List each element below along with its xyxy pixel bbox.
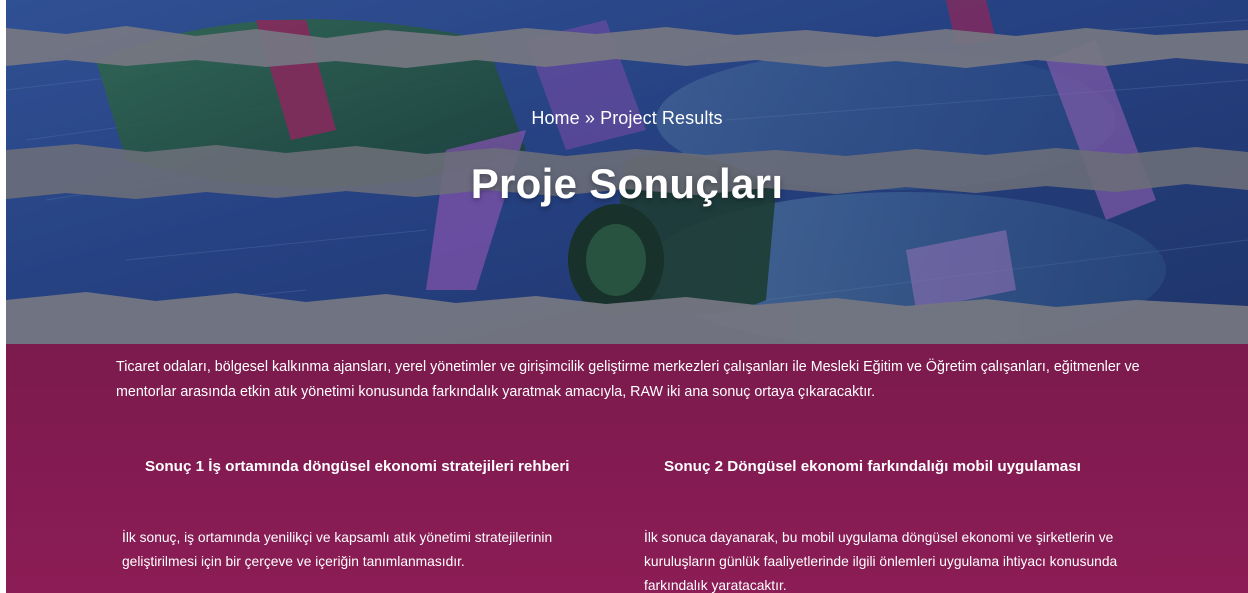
breadcrumb: Home » Project Results — [6, 108, 1248, 129]
result-2-description: İlk sonuca dayanarak, bu mobil uygulama … — [644, 530, 1118, 593]
page-title: Proje Sonuçları — [470, 160, 784, 207]
hero-banner: Home » Project Results Proje Sonuçları — [6, 0, 1248, 344]
breadcrumb-separator: » — [584, 108, 595, 128]
result-1-description: İlk sonuç, iş ortamında yenilikçi ve kap… — [122, 530, 553, 569]
result-2-title: Sonuç 2 Döngüsel ekonomi farkındalığı mo… — [664, 458, 1081, 475]
results-section: Ticaret odaları, bölgesel kalkınma ajans… — [6, 344, 1248, 593]
result-2-column: Sonuç 2 Döngüsel ekonomi farkındalığı mo… — [644, 456, 1154, 593]
intro-paragraph: Ticaret odaları, bölgesel kalkınma ajans… — [116, 359, 1140, 400]
page: Home » Project Results Proje Sonuçları T… — [6, 0, 1248, 593]
result-1-column: Sonuç 1 İş ortamında döngüsel ekonomi st… — [122, 456, 622, 574]
breadcrumb-home-link[interactable]: Home — [531, 108, 579, 128]
result-1-title: Sonuç 1 İş ortamında döngüsel ekonomi st… — [145, 458, 570, 475]
breadcrumb-current: Project Results — [600, 108, 723, 128]
